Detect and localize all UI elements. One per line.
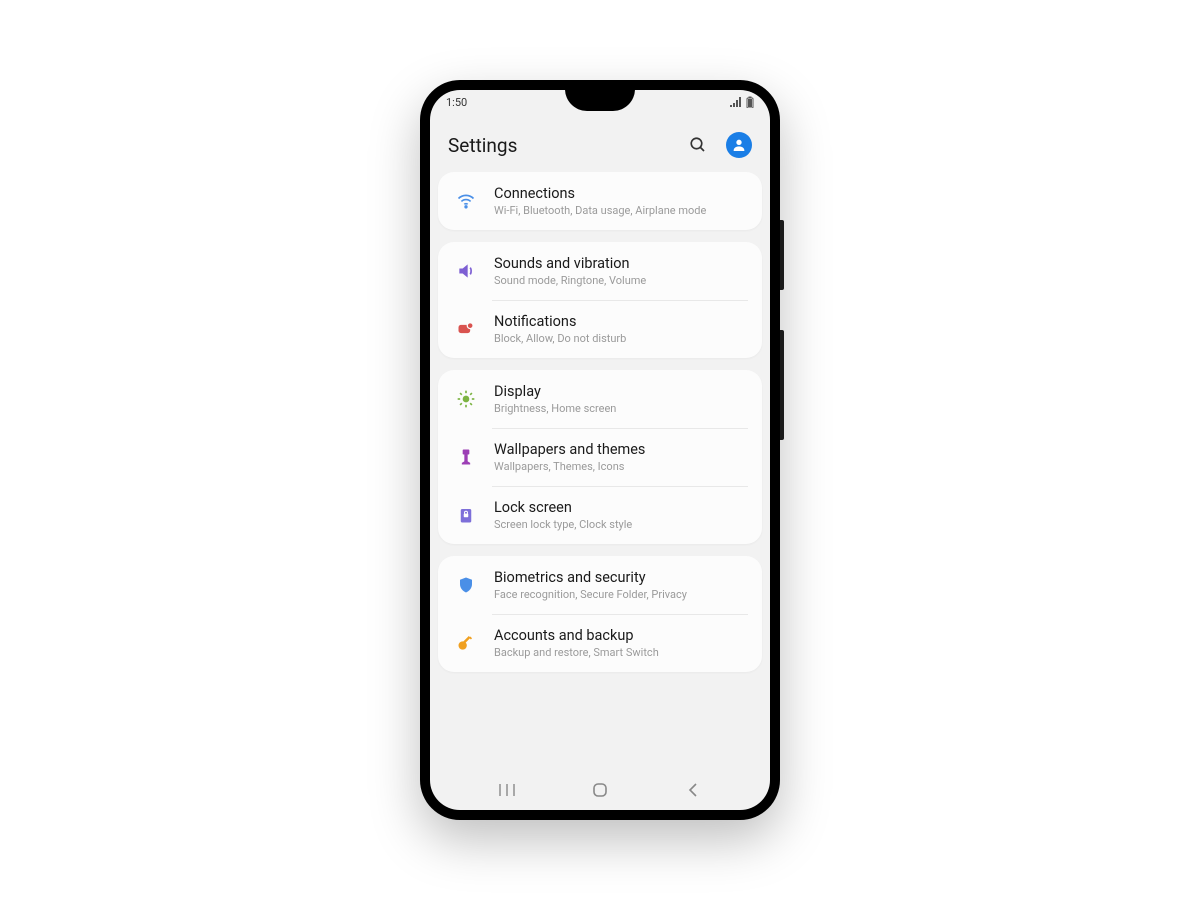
search-icon bbox=[689, 136, 707, 154]
home-button[interactable] bbox=[580, 770, 620, 810]
item-text: Notifications Block, Allow, Do not distur… bbox=[494, 313, 748, 345]
side-button bbox=[780, 220, 784, 290]
settings-item-sounds-and-vibration[interactable]: Sounds and vibration Sound mode, Ringtone… bbox=[438, 242, 762, 300]
item-title: Sounds and vibration bbox=[494, 255, 748, 272]
header: Settings bbox=[430, 114, 770, 172]
settings-item-biometrics-and-security[interactable]: Biometrics and security Face recognition,… bbox=[438, 556, 762, 614]
phone-frame: 1:50 Settings Connections Wi-Fi, Bluetoot… bbox=[420, 80, 780, 820]
item-subtitle: Backup and restore, Smart Switch bbox=[494, 646, 748, 659]
settings-group: Connections Wi-Fi, Bluetooth, Data usage,… bbox=[438, 172, 762, 230]
item-subtitle: Sound mode, Ringtone, Volume bbox=[494, 274, 748, 287]
notify-icon bbox=[452, 315, 480, 343]
item-title: Connections bbox=[494, 185, 748, 202]
header-actions bbox=[688, 132, 752, 158]
search-button[interactable] bbox=[688, 135, 708, 155]
settings-item-wallpapers-and-themes[interactable]: Wallpapers and themes Wallpapers, Themes,… bbox=[438, 428, 762, 486]
status-time: 1:50 bbox=[446, 96, 467, 109]
item-title: Display bbox=[494, 383, 748, 400]
item-subtitle: Screen lock type, Clock style bbox=[494, 518, 748, 531]
signal-icon bbox=[730, 97, 742, 107]
nav-bar bbox=[430, 770, 770, 810]
back-icon bbox=[687, 783, 699, 797]
settings-item-connections[interactable]: Connections Wi-Fi, Bluetooth, Data usage,… bbox=[438, 172, 762, 230]
settings-group: Biometrics and security Face recognition,… bbox=[438, 556, 762, 672]
recents-button[interactable] bbox=[487, 770, 527, 810]
person-icon bbox=[731, 137, 747, 153]
settings-group: Display Brightness, Home screen Wallpapers… bbox=[438, 370, 762, 544]
item-text: Accounts and backup Backup and restore, S… bbox=[494, 627, 748, 659]
settings-item-notifications[interactable]: Notifications Block, Allow, Do not distur… bbox=[438, 300, 762, 358]
item-text: Wallpapers and themes Wallpapers, Themes,… bbox=[494, 441, 748, 473]
page-title: Settings bbox=[448, 134, 517, 157]
key-icon bbox=[452, 629, 480, 657]
item-text: Sounds and vibration Sound mode, Ringtone… bbox=[494, 255, 748, 287]
shield-icon bbox=[452, 571, 480, 599]
wallpaper-icon bbox=[452, 443, 480, 471]
settings-item-accounts-and-backup[interactable]: Accounts and backup Backup and restore, S… bbox=[438, 614, 762, 672]
wifi-icon bbox=[452, 187, 480, 215]
item-text: Display Brightness, Home screen bbox=[494, 383, 748, 415]
battery-icon bbox=[746, 96, 754, 108]
item-text: Lock screen Screen lock type, Clock style bbox=[494, 499, 748, 531]
item-title: Biometrics and security bbox=[494, 569, 748, 586]
settings-list[interactable]: Connections Wi-Fi, Bluetooth, Data usage,… bbox=[430, 172, 770, 770]
item-text: Biometrics and security Face recognition,… bbox=[494, 569, 748, 601]
item-title: Accounts and backup bbox=[494, 627, 748, 644]
profile-button[interactable] bbox=[726, 132, 752, 158]
item-subtitle: Wallpapers, Themes, Icons bbox=[494, 460, 748, 473]
item-subtitle: Block, Allow, Do not disturb bbox=[494, 332, 748, 345]
settings-item-display[interactable]: Display Brightness, Home screen bbox=[438, 370, 762, 428]
recents-icon bbox=[499, 783, 515, 797]
item-title: Notifications bbox=[494, 313, 748, 330]
lock-icon bbox=[452, 501, 480, 529]
item-text: Connections Wi-Fi, Bluetooth, Data usage,… bbox=[494, 185, 748, 217]
sound-icon bbox=[452, 257, 480, 285]
side-button bbox=[780, 330, 784, 440]
settings-item-lock-screen[interactable]: Lock screen Screen lock type, Clock style bbox=[438, 486, 762, 544]
item-subtitle: Face recognition, Secure Folder, Privacy bbox=[494, 588, 748, 601]
screen: 1:50 Settings Connections Wi-Fi, Bluetoot… bbox=[430, 90, 770, 810]
display-icon bbox=[452, 385, 480, 413]
back-button[interactable] bbox=[673, 770, 713, 810]
item-title: Wallpapers and themes bbox=[494, 441, 748, 458]
settings-group: Sounds and vibration Sound mode, Ringtone… bbox=[438, 242, 762, 358]
home-icon bbox=[592, 782, 608, 798]
status-icons bbox=[730, 96, 754, 108]
item-subtitle: Wi-Fi, Bluetooth, Data usage, Airplane m… bbox=[494, 204, 748, 217]
item-title: Lock screen bbox=[494, 499, 748, 516]
item-subtitle: Brightness, Home screen bbox=[494, 402, 748, 415]
